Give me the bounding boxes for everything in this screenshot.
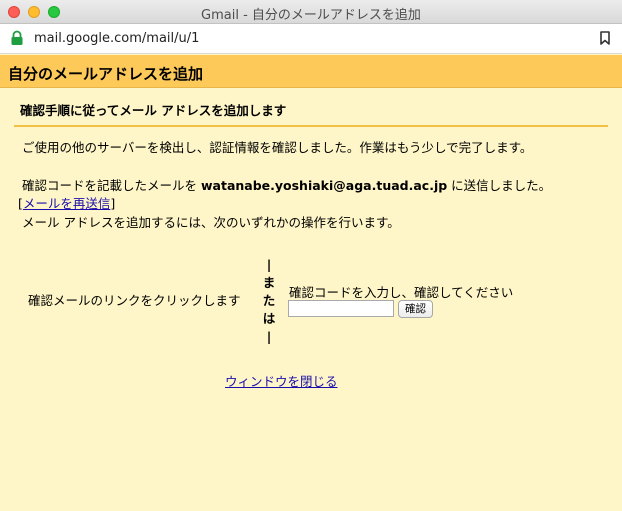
title-bar[interactable]: Gmail - 自分のメールアドレスを追加 [0,0,622,24]
target-email: watanabe.yoshiaki@aga.tuad.ac.jp [200,178,448,193]
enter-code-label: 確認コードを入力し、確認してください [289,285,514,300]
resend-bracket-close: ] [110,196,116,211]
resend-line: [メールを再送信] [18,193,115,212]
detected-message: ご使用の他のサーバーを検出し、認証情報を確認しました。作業はもう少しで完了します… [22,140,533,155]
address-bar: mail.google.com/mail/u/1 [0,24,622,54]
or-char: | [266,329,272,344]
content-area: 確認手順に従ってメール アドレスを追加します ご使用の他のサーバーを検出し、認証… [0,88,622,511]
url-text[interactable]: mail.google.com/mail/u/1 [34,31,199,46]
sent-prefix: 確認コードを記載したメールを [22,178,201,193]
or-char: | [266,257,272,272]
section-divider [14,125,608,127]
sent-suffix: に送信しました。 [447,178,552,193]
page-header: 自分のメールアドレスを追加 [0,55,622,88]
verify-button[interactable]: 確認 [398,300,433,318]
close-window-link[interactable]: ウィンドウを閉じる [225,371,338,390]
instruction-text: メール アドレスを追加するには、次のいずれかの操作を行います。 [22,215,400,230]
or-char: は [262,311,276,326]
click-link-option: 確認メールのリンクをクリックします [28,293,241,308]
window-title: Gmail - 自分のメールアドレスを追加 [201,8,421,23]
resend-email-link[interactable]: メールを再送信 [23,196,111,211]
bookmark-icon[interactable] [600,31,610,45]
sent-message: 確認コードを記載したメールを watanabe.yoshiaki@aga.tua… [22,175,551,194]
section-heading: 確認手順に従ってメール アドレスを追加します [20,103,287,118]
lock-icon [11,30,23,45]
verification-code-input[interactable] [288,300,394,317]
or-char: ま [262,275,276,290]
or-char: た [262,293,276,308]
page-title: 自分のメールアドレスを追加 [8,65,204,83]
popup-window: Gmail - 自分のメールアドレスを追加 mail.google.com/ma… [0,0,622,511]
or-separator: | ま た は | [262,256,276,346]
